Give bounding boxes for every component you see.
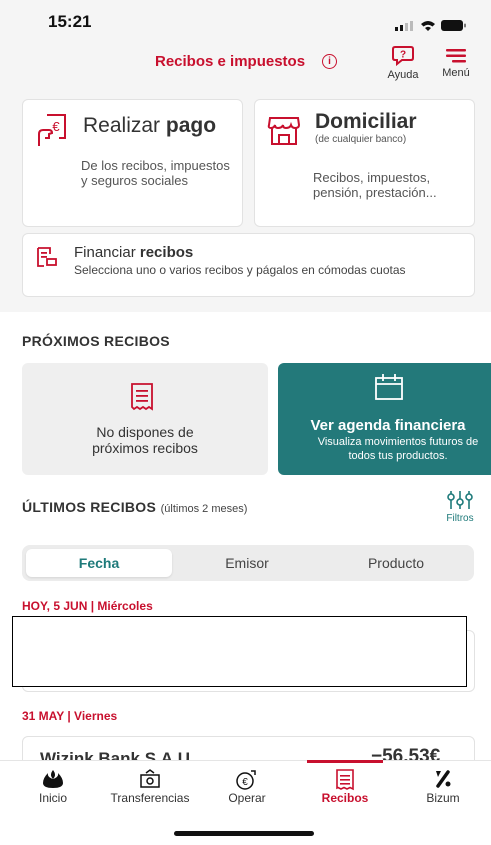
document-list-icon	[37, 247, 57, 267]
transfer-icon	[140, 769, 160, 788]
calendar-icon	[375, 374, 403, 400]
make-payment-title-bold: pago	[165, 114, 217, 137]
nav-item-operar[interactable]: € Operar	[202, 769, 292, 805]
make-payment-desc: De los recibos, impuestos y seguros soci…	[81, 158, 230, 188]
financial-agenda-title: Ver agenda financiera	[310, 417, 466, 434]
finance-title-light: Financiar	[74, 244, 136, 261]
tab-producto[interactable]: Producto	[322, 549, 470, 577]
pay-document-icon: €	[38, 114, 66, 146]
direct-debit-title: Domiciliar	[315, 110, 417, 133]
make-payment-card[interactable]: € Realizar pago De los recibos, impuesto…	[22, 99, 243, 227]
hamburger-menu-icon	[446, 49, 466, 63]
finance-receipts-desc: Selecciona uno o varios recibos y págalo…	[74, 263, 406, 277]
filters-label: Filtros	[446, 513, 474, 524]
latest-receipts-heading: ÚLTIMOS RECIBOS (últimos 2 meses)	[22, 499, 247, 517]
nav-item-transferencias[interactable]: Transferencias	[105, 769, 195, 805]
status-time: 15:21	[48, 12, 92, 31]
page-title: Recibos e impuestos	[155, 53, 306, 70]
help-button[interactable]: ? Ayuda	[383, 46, 423, 81]
svg-text:€: €	[52, 119, 60, 134]
info-icon[interactable]: i	[322, 54, 337, 69]
filter-sliders-icon	[447, 491, 473, 509]
financial-agenda-button[interactable]: Ver agenda financiera Visualiza movimien…	[278, 363, 491, 475]
nav-label-operar: Operar	[228, 791, 266, 805]
status-bar: 15:21	[0, 0, 491, 40]
make-payment-title-light: Realizar	[83, 114, 161, 137]
nav-label-recibos: Recibos	[321, 791, 369, 805]
menu-button[interactable]: Menú	[436, 46, 476, 79]
santander-flame-icon	[43, 770, 63, 788]
status-icons	[395, 18, 470, 37]
direct-debit-subtitle: (de cualquier banco)	[315, 134, 407, 145]
help-label: Ayuda	[387, 69, 419, 81]
direct-debit-card[interactable]: Domiciliar (de cualquier banco) Recibos,…	[254, 99, 475, 227]
date-group-today: HOY, 5 JUN | Miércoles	[22, 599, 153, 613]
redacted-area	[12, 616, 467, 687]
finance-receipts-title: Financiar recibos	[74, 244, 193, 261]
bizum-icon	[436, 770, 451, 788]
receipt-icon	[131, 383, 153, 411]
nav-label-transferencias: Transferencias	[110, 791, 190, 805]
nav-item-bizum[interactable]: Bizum	[398, 769, 488, 805]
bottom-navigation: Inicio Transferencias € Operar Recibos B…	[0, 760, 491, 845]
tab-emisor[interactable]: Emisor	[174, 549, 320, 577]
menu-label: Menú	[442, 67, 470, 79]
finance-receipts-card[interactable]: Financiar recibos Selecciona uno o vario…	[22, 233, 475, 297]
upcoming-receipts-heading: PRÓXIMOS RECIBOS	[22, 333, 170, 349]
receipt-icon	[336, 769, 354, 791]
upcoming-empty-box: No dispones de próximos recibos	[22, 363, 268, 475]
latest-heading-text: ÚLTIMOS RECIBOS	[22, 499, 157, 515]
filters-button[interactable]: Filtros	[440, 490, 480, 524]
upcoming-empty-text: No dispones de próximos recibos	[92, 424, 198, 456]
nav-label-bizum: Bizum	[426, 791, 460, 805]
sort-tabs: Fecha Emisor Producto	[22, 545, 474, 581]
nav-item-recibos[interactable]: Recibos	[300, 769, 390, 805]
latest-heading-note: (últimos 2 meses)	[160, 503, 248, 515]
tab-fecha[interactable]: Fecha	[26, 549, 172, 577]
signal-wifi-battery-icon	[395, 20, 466, 31]
nav-label-inicio: Inicio	[38, 791, 67, 805]
direct-debit-desc: Recibos, impuestos, pensión, prestación.…	[313, 170, 437, 200]
euro-exchange-icon: €	[236, 770, 256, 790]
svg-text:€: €	[242, 777, 248, 788]
make-payment-title: Realizar pago	[83, 114, 216, 138]
financial-agenda-desc: Visualiza movimientos futuros de todos t…	[317, 436, 479, 462]
svg-text:?: ?	[400, 50, 406, 61]
store-icon	[267, 117, 301, 145]
active-tab-indicator	[307, 760, 383, 763]
home-indicator	[174, 831, 314, 836]
help-chat-icon: ?	[392, 46, 414, 67]
date-group-31-may: 31 MAY | Viernes	[22, 709, 118, 723]
nav-item-inicio[interactable]: Inicio	[8, 769, 98, 805]
finance-title-bold: recibos	[139, 244, 194, 261]
